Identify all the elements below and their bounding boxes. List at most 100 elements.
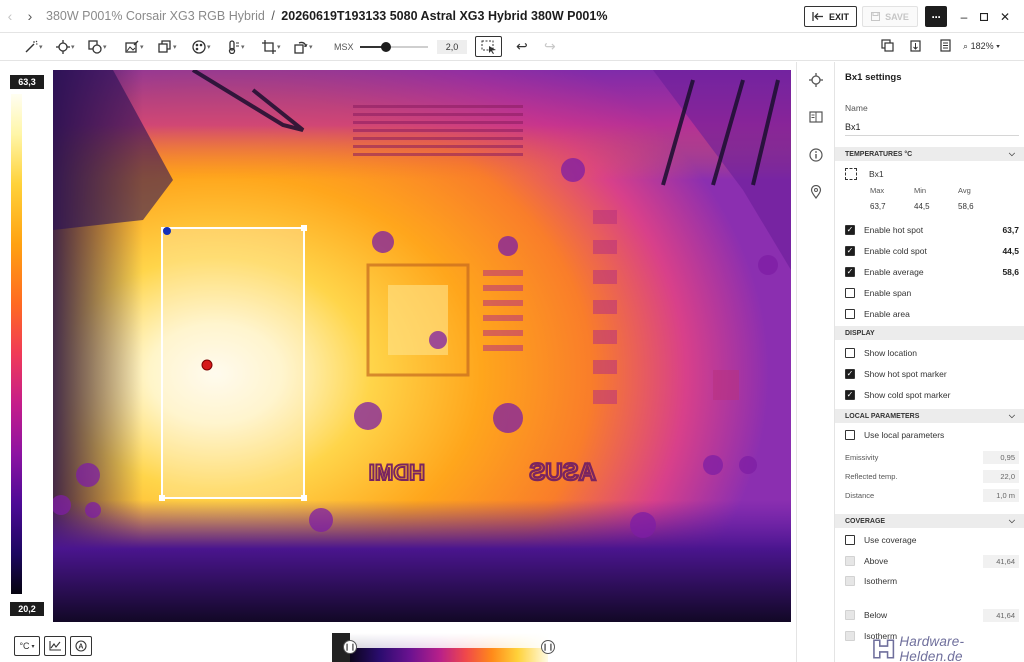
report-icon[interactable] (939, 39, 952, 55)
box-resize-handle[interactable] (301, 225, 307, 231)
distance-row: Distance 1,0 m (845, 488, 1019, 502)
temp-option-checkbox[interactable] (845, 309, 855, 319)
box-measurement-bx1[interactable] (161, 227, 305, 499)
chevron-down-icon: ▾ (309, 44, 313, 51)
temp-option-checkbox[interactable]: ✓ (845, 246, 855, 256)
thermal-image[interactable]: HDMI ASUS (53, 70, 791, 622)
cold-spot-marker[interactable] (163, 227, 171, 235)
msx-slider-handle[interactable] (380, 42, 391, 52)
temp-option-row[interactable]: ✓ Enable average 58,6 (845, 265, 1019, 279)
scale-min-value[interactable]: 20,2 (10, 602, 44, 616)
section-display[interactable]: DISPLAY (835, 326, 1024, 340)
maximize-icon[interactable] (974, 6, 994, 27)
redo-icon[interactable]: ↪ (544, 38, 556, 55)
book-icon[interactable] (808, 109, 824, 125)
export-icon[interactable] (910, 39, 923, 55)
pause-icon[interactable]: ❙❙ (343, 640, 357, 654)
breadcrumb-folder[interactable]: 380W P001% Corsair XG3 RGB Hybrid (46, 9, 265, 23)
rotate-tool-button[interactable]: ▾ (294, 37, 313, 57)
temperature-scale: 63,3 20,2 (0, 62, 52, 624)
pause-icon[interactable]: ❙❙ (541, 640, 555, 654)
more-options-button[interactable]: ··· (925, 6, 947, 27)
use-local-parameters-row[interactable]: Use local parameters (845, 428, 1019, 442)
box-resize-handle[interactable] (159, 495, 165, 501)
scale-color-bar[interactable] (11, 94, 22, 594)
thermal-image-canvas[interactable]: HDMI ASUS (53, 70, 791, 622)
display-option-row[interactable]: Show location (845, 346, 1019, 360)
zoom-control[interactable]: ⌕ 182% ▾ (963, 41, 1000, 52)
scale-max-value[interactable]: 63,3 (10, 75, 44, 89)
msx-value[interactable]: 2,0 (437, 40, 467, 54)
temperature-tool-button[interactable]: ▾ (226, 37, 245, 57)
temp-option-label: Enable hot spot (864, 225, 924, 235)
histogram-range[interactable]: ❙❙ ❙❙ (332, 633, 555, 662)
measure-tool-button[interactable]: ▾ (24, 37, 43, 57)
temp-option-row[interactable]: Enable span (845, 286, 1019, 300)
undo-icon[interactable]: ↩ (516, 38, 528, 55)
hot-spot-marker[interactable] (201, 359, 213, 371)
chevron-down-icon: ▾ (207, 44, 211, 51)
display-option-row[interactable]: ✓ Show hot spot marker (845, 367, 1019, 381)
exit-button[interactable]: EXIT (804, 6, 857, 27)
auto-range-button[interactable]: A (70, 636, 92, 656)
select-tool-button[interactable] (475, 36, 502, 57)
coverage-isotherm-label: Isotherm (864, 576, 898, 586)
histogram-button[interactable] (44, 636, 66, 656)
temp-option-row[interactable]: ✓ Enable hot spot 63,7 (845, 223, 1019, 237)
stat-max: Max 63,7 (870, 186, 886, 211)
display-option-row[interactable]: ✓ Show cold spot marker (845, 388, 1019, 402)
back-icon[interactable]: ‹ (0, 0, 20, 33)
exit-icon (812, 12, 823, 21)
chevron-down-icon: ▾ (173, 44, 177, 51)
reflected-temp-row: Reflected temp. 22,0 (845, 469, 1019, 483)
watermark-logo (873, 639, 895, 659)
copy-icon[interactable] (881, 39, 894, 55)
edit-image-button[interactable]: ▾ (125, 37, 144, 57)
unit-select-button[interactable]: °C ▾ (14, 636, 40, 656)
forward-icon[interactable]: › (20, 0, 40, 33)
save-button[interactable]: SAVE (862, 6, 918, 27)
msx-slider[interactable] (360, 42, 428, 52)
display-option-label: Show location (864, 348, 917, 358)
close-icon[interactable]: ✕ (995, 6, 1015, 27)
breadcrumb-file: 20260619T193133 5080 Astral XG3 Hybrid 3… (281, 9, 608, 23)
name-label: Name (845, 103, 868, 113)
display-option-checkbox[interactable] (845, 348, 855, 358)
temp-option-row[interactable]: ✓ Enable cold spot 44,5 (845, 244, 1019, 258)
coverage-below-value: 41,64 (983, 608, 1019, 622)
temp-option-label: Enable average (864, 267, 924, 277)
section-coverage[interactable]: COVERAGE ⌵ (835, 514, 1024, 528)
location-pin-icon[interactable] (808, 184, 824, 200)
name-input[interactable] (845, 118, 1019, 136)
reflected-temp-label: Reflected temp. (845, 471, 898, 481)
display-option-checkbox[interactable]: ✓ (845, 390, 855, 400)
watermark: Hardware-Helden.de (872, 634, 1024, 662)
use-coverage-checkbox[interactable] (845, 535, 855, 545)
spot-tool-button[interactable]: ▾ (56, 37, 75, 57)
shape-tool-button[interactable]: ▾ (88, 37, 107, 57)
chevron-down-icon: ▾ (996, 41, 1000, 51)
display-option-checkbox[interactable]: ✓ (845, 369, 855, 379)
section-local-parameters[interactable]: LOCAL PARAMETERS ⌵ (835, 409, 1024, 423)
crosshair-icon[interactable] (808, 72, 824, 88)
coverage-isotherm-swatch (845, 576, 855, 586)
shapes-icon (88, 40, 102, 54)
use-coverage-row[interactable]: Use coverage (845, 533, 1019, 547)
msx-label: MSX (334, 42, 354, 52)
layers-tool-button[interactable]: ▾ (158, 37, 177, 57)
section-temperatures[interactable]: TEMPERATURES °C ⌵ (835, 147, 1024, 161)
reflected-temp-value: 22,0 (983, 469, 1019, 483)
temp-option-checkbox[interactable]: ✓ (845, 225, 855, 235)
crop-tool-button[interactable]: ▾ (262, 37, 281, 57)
svg-text:A: A (78, 644, 83, 651)
crop-icon (262, 40, 276, 54)
use-local-parameters-checkbox[interactable] (845, 430, 855, 440)
temp-option-checkbox[interactable] (845, 288, 855, 298)
measurement-header: Bx1 (845, 168, 884, 180)
temp-option-row[interactable]: Enable area (845, 307, 1019, 321)
box-resize-handle[interactable] (301, 495, 307, 501)
temp-option-checkbox[interactable]: ✓ (845, 267, 855, 277)
info-icon[interactable] (808, 147, 824, 163)
palette-tool-button[interactable]: ▾ (192, 37, 211, 57)
minimize-icon[interactable]: – (954, 6, 974, 27)
